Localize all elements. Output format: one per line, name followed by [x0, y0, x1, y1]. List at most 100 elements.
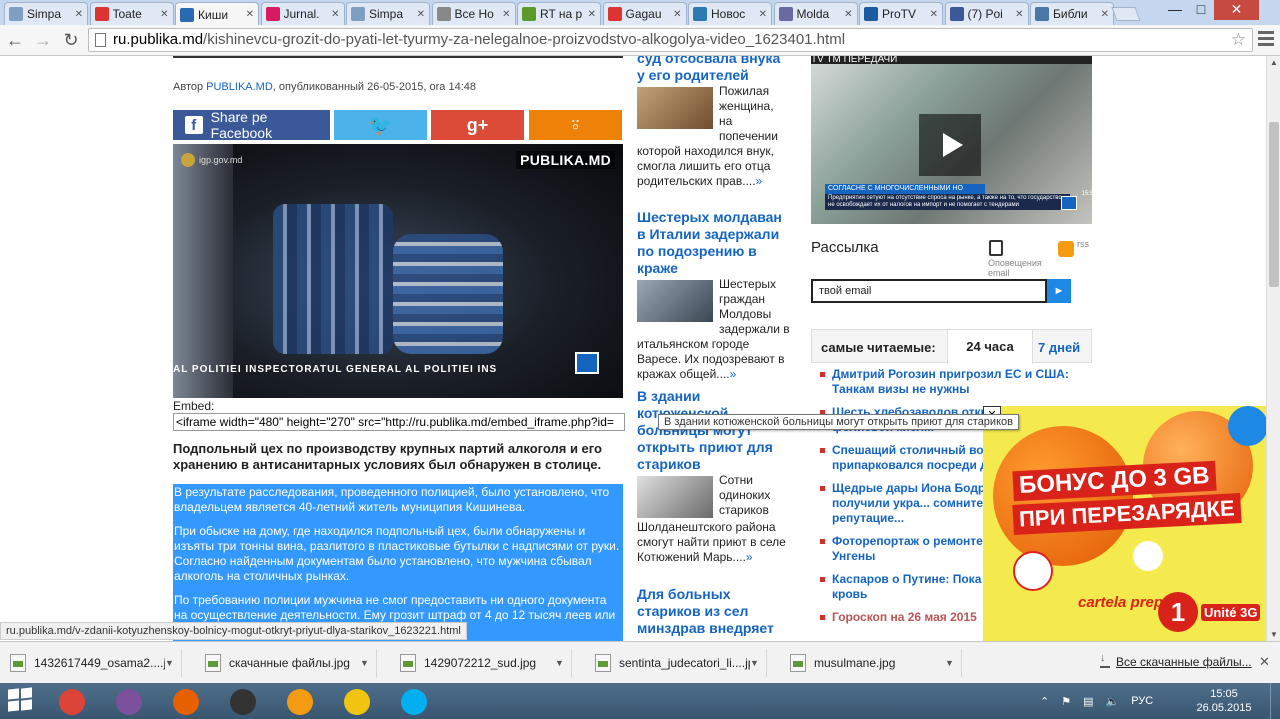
show-desktop-button[interactable] [1270, 683, 1280, 719]
browser-tab[interactable]: Новос ✕ [688, 2, 772, 25]
author-link[interactable]: PUBLIKA.MD [206, 81, 273, 93]
browser-tab[interactable]: Simpa ✕ [4, 2, 88, 25]
reload-button[interactable]: ↻ [60, 29, 82, 51]
download-item[interactable]: musulmane.jpg ▼ [780, 649, 962, 677]
network-icon[interactable]: ▤ [1083, 695, 1093, 708]
news-headline[interactable]: суд отсосвала внука у его родителей [637, 56, 790, 84]
tv-lower-title: СОГЛАСНЕ С МНОГОЧИСЛЕННЫМИ НО [825, 184, 985, 194]
scroll-thumb[interactable] [1269, 121, 1279, 287]
tab-close-icon[interactable]: ✕ [502, 9, 510, 20]
browser-tab[interactable]: RT на р ✕ [517, 2, 601, 25]
tab-close-icon[interactable]: ✕ [673, 9, 681, 20]
news-thumbnail[interactable] [637, 280, 713, 322]
download-item[interactable]: скачанные файлы.jpg ▼ [195, 649, 377, 677]
tab-close-icon[interactable]: ✕ [1101, 9, 1109, 20]
news-headline[interactable]: Для больных стариков из сел минздрав вне… [637, 586, 790, 637]
download-item[interactable]: sentinta_judecatori_li....jpg ▼ [585, 649, 767, 677]
browser-tab[interactable]: Toate ✕ [89, 2, 174, 25]
all-downloads-link[interactable]: Все скачанные файлы... [1100, 652, 1252, 669]
chevron-down-icon[interactable]: ▼ [555, 658, 571, 668]
flag-icon[interactable]: ⚑ [1061, 695, 1071, 708]
chevron-down-icon[interactable]: ▼ [945, 658, 961, 668]
maximize-button[interactable]: □ [1188, 0, 1214, 20]
minimize-button[interactable]: — [1162, 0, 1188, 20]
menu-icon[interactable] [1258, 31, 1274, 49]
read-more-link[interactable]: » [746, 550, 753, 564]
downloads-close-icon[interactable]: ✕ [1259, 654, 1270, 670]
email-input[interactable]: твой email [811, 279, 1047, 303]
chevron-down-icon[interactable]: ▼ [360, 658, 376, 668]
tab-close-icon[interactable]: ✕ [588, 9, 596, 20]
tab-close-icon[interactable]: ✕ [417, 9, 425, 20]
firefox-taskbar-icon[interactable] [158, 685, 214, 718]
tab-close-icon[interactable]: ✕ [930, 9, 938, 20]
embed-code-field[interactable]: <iframe width="480" height="270" src="ht… [173, 413, 625, 431]
tab-24-hours[interactable]: 24 часа [947, 329, 1033, 364]
share-facebook-button[interactable]: f Share pe Facebook [173, 109, 330, 141]
browser-tab[interactable]: Библи ✕ [1030, 2, 1114, 25]
tab-close-icon[interactable]: ✕ [331, 9, 339, 20]
skype-taskbar-icon[interactable] [386, 685, 442, 718]
news-thumbnail[interactable] [637, 87, 713, 129]
download-item[interactable]: 1432617449_osama2....jpg ▼ [0, 649, 182, 677]
tab-close-icon[interactable]: ✕ [160, 9, 168, 20]
back-button[interactable]: ← [4, 29, 26, 51]
window-close-button[interactable]: ✕ [1214, 0, 1259, 20]
taskbar-clock[interactable]: 15:05 26.05.2015 [1196, 687, 1252, 715]
news-headline[interactable]: Шестерых молдаван в Италии задержали по … [637, 209, 790, 277]
image-file-icon [205, 654, 221, 672]
scroll-up-arrow-icon[interactable]: ▲ [1270, 58, 1278, 67]
bookmark-star-icon[interactable]: ☆ [1231, 29, 1246, 51]
tray-expand-icon[interactable]: ⌃ [1040, 695, 1049, 708]
read-more-link[interactable]: » [730, 367, 737, 381]
tab-close-icon[interactable]: ✕ [246, 9, 254, 20]
share-gplus-button[interactable]: g+ [431, 110, 524, 140]
share-twitter-button[interactable]: 🐦 [334, 110, 427, 140]
forward-button[interactable]: → [32, 29, 54, 51]
share-odnoklassniki-button[interactable]: ⍤ [529, 110, 622, 140]
volume-icon[interactable]: 🔈 [1106, 695, 1120, 708]
viber-taskbar-icon[interactable] [101, 685, 157, 718]
rss-link[interactable]: rss [1058, 239, 1089, 257]
scroll-down-arrow-icon[interactable]: ▼ [1270, 630, 1278, 639]
explorer-taskbar-icon[interactable] [329, 685, 385, 718]
tv-video-thumbnail[interactable]: TV TM ПЕРЕДАЧИ СОГЛАСНЕ С МНОГОЧИСЛЕННЫМ… [811, 56, 1092, 224]
download-item[interactable]: 1429072212_sud.jpg ▼ [390, 649, 572, 677]
browser-tab[interactable]: Molda ✕ [773, 2, 858, 25]
fullscreen-icon[interactable] [575, 352, 599, 374]
rss-icon [1058, 241, 1074, 257]
windows-start-icon[interactable] [8, 687, 34, 713]
chevron-down-icon[interactable]: ▼ [750, 658, 766, 668]
email-submit-button[interactable]: ► [1047, 279, 1071, 303]
camera-taskbar-icon[interactable] [215, 685, 271, 718]
play-icon[interactable] [919, 114, 981, 176]
video-player[interactable]: igp.gov.md PUBLIKA.MD AL POLITIEI INSPEC… [173, 144, 623, 398]
advertisement-banner[interactable]: БОНУС ДО 3 GB ПРИ ПЕРЕЗАРЯДКЕ cartela pr… [983, 406, 1266, 641]
new-tab-button[interactable] [1111, 7, 1141, 21]
page-scrollbar[interactable]: ▲ ▼ [1266, 56, 1280, 641]
browser-tab[interactable]: (7) Poi ✕ [944, 2, 1029, 25]
tv-fullscreen-icon[interactable] [1061, 196, 1077, 210]
browser-tab[interactable]: Simpa ✕ [346, 2, 430, 25]
browser-tab[interactable]: Jurnal. ✕ [260, 2, 345, 25]
address-bar[interactable]: ru.publika.md/kishinevcu-grozit-do-pyati… [88, 28, 1253, 52]
tab-close-icon[interactable]: ✕ [844, 9, 852, 20]
news-headline[interactable]: В здании котюженской больницы могут откр… [637, 388, 790, 473]
tab-close-icon[interactable]: ✕ [75, 9, 83, 20]
article-body-selected[interactable]: В результате расследования, проведенного… [173, 484, 623, 641]
news-thumbnail[interactable] [637, 476, 713, 518]
most-read-item[interactable]: Дмитрий Рогозин пригрозил ЕС и США: Танк… [820, 367, 1090, 397]
read-more-link[interactable]: » [756, 174, 763, 188]
browser-tab[interactable]: ProTV ✕ [859, 2, 943, 25]
chrome-taskbar-icon[interactable] [44, 685, 100, 718]
tab-close-icon[interactable]: ✕ [1015, 9, 1023, 20]
email-notifications-link[interactable]: Оповещения email [988, 240, 1048, 278]
browser-tab[interactable]: Все Но ✕ [431, 2, 516, 25]
messenger-taskbar-icon[interactable] [272, 685, 328, 718]
chevron-down-icon[interactable]: ▼ [165, 658, 181, 668]
tab-7-days[interactable]: 7 дней [1038, 340, 1080, 355]
browser-tab[interactable]: Gagau ✕ [602, 2, 687, 25]
browser-tab[interactable]: Киши ✕ [175, 2, 259, 26]
tab-close-icon[interactable]: ✕ [759, 9, 767, 20]
language-indicator[interactable]: РУС [1131, 695, 1153, 707]
